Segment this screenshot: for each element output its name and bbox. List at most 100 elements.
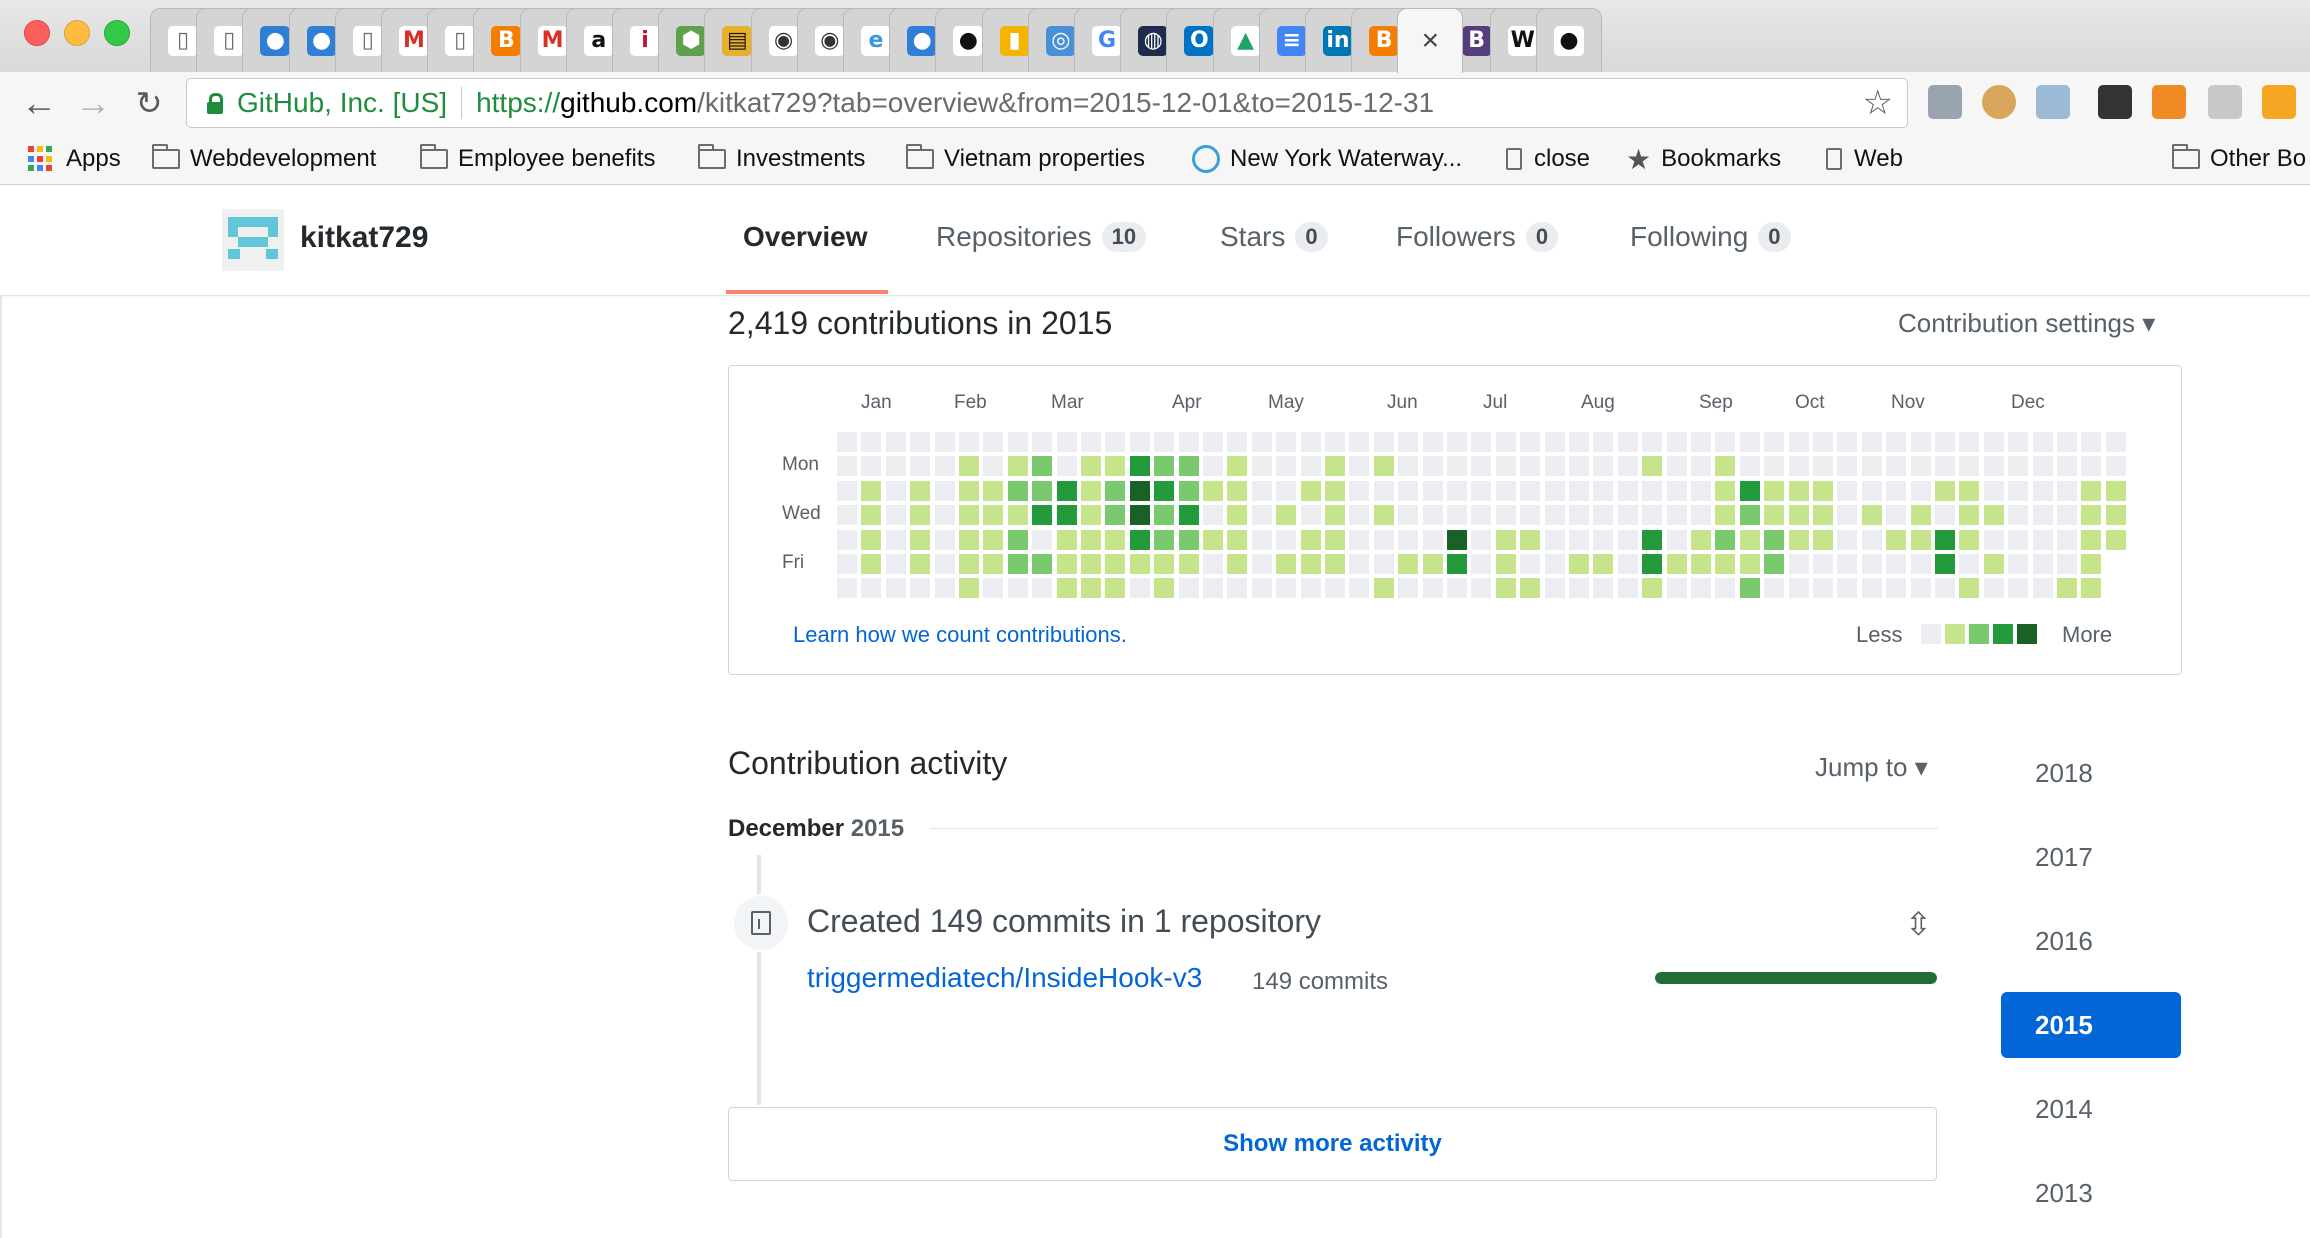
contribution-day[interactable]	[1325, 578, 1345, 599]
contribution-day[interactable]	[1886, 554, 1907, 574]
contribution-day[interactable]	[1032, 505, 1053, 526]
contribution-day[interactable]	[1569, 456, 1589, 477]
contribution-day[interactable]	[2008, 505, 2029, 526]
contribution-day[interactable]	[1788, 554, 1809, 574]
contribution-day[interactable]	[1203, 529, 1223, 550]
contribution-day[interactable]	[861, 480, 882, 501]
bookmark-webdevelopment[interactable]: Webdevelopment	[152, 142, 376, 176]
contribution-day[interactable]	[1739, 456, 1760, 477]
contribution-day[interactable]	[2008, 529, 2029, 550]
contribution-day[interactable]	[1447, 456, 1467, 477]
contribution-day[interactable]	[1886, 529, 1907, 550]
contribution-day[interactable]	[1837, 480, 1858, 501]
contribution-day[interactable]	[1373, 529, 1394, 550]
contribution-day[interactable]	[1764, 578, 1785, 599]
contribution-day[interactable]	[959, 456, 979, 477]
contribution-day[interactable]	[1447, 554, 1467, 574]
contribution-day[interactable]	[1983, 505, 2004, 526]
contribution-day[interactable]	[1715, 480, 1736, 501]
contribution-day[interactable]	[1129, 529, 1150, 550]
contribution-day[interactable]	[1837, 505, 1858, 526]
cookie-extension-icon[interactable]	[1982, 85, 2016, 119]
contribution-day[interactable]	[1495, 456, 1516, 477]
contribution-day[interactable]	[1642, 432, 1663, 452]
contribution-day[interactable]	[837, 505, 857, 526]
contribution-day[interactable]	[910, 480, 931, 501]
contribution-day[interactable]	[1983, 578, 2004, 599]
contribution-day[interactable]	[1447, 529, 1467, 550]
contribution-day[interactable]	[983, 505, 1004, 526]
contribution-day[interactable]	[861, 432, 882, 452]
contribution-day[interactable]	[2032, 432, 2053, 452]
contribution-day[interactable]	[1471, 480, 1492, 501]
contribution-day[interactable]	[1983, 432, 2004, 452]
contribution-day[interactable]	[1251, 554, 1272, 574]
contribution-day[interactable]	[837, 578, 857, 599]
contribution-day[interactable]	[1251, 578, 1272, 599]
contribution-day[interactable]	[934, 578, 955, 599]
contribution-day[interactable]	[1617, 554, 1638, 574]
contribution-day[interactable]	[1227, 432, 1248, 452]
contribution-day[interactable]	[1227, 505, 1248, 526]
contribution-day[interactable]	[1154, 529, 1175, 550]
contribution-day[interactable]	[1373, 432, 1394, 452]
contribution-day[interactable]	[1593, 578, 1614, 599]
contribution-day[interactable]	[1837, 529, 1858, 550]
contribution-day[interactable]	[1788, 578, 1809, 599]
contribution-day[interactable]	[1251, 529, 1272, 550]
contribution-day[interactable]	[1154, 456, 1175, 477]
contribution-day[interactable]	[2081, 578, 2102, 599]
contribution-day[interactable]	[1056, 529, 1077, 550]
contribution-day[interactable]	[1471, 432, 1492, 452]
contribution-day[interactable]	[1520, 578, 1541, 599]
chart-extension-icon[interactable]	[2152, 85, 2186, 119]
contribution-day[interactable]	[1056, 578, 1077, 599]
contribution-day[interactable]	[1105, 578, 1126, 599]
contribution-day[interactable]	[1178, 456, 1199, 477]
contribution-day[interactable]	[1764, 505, 1785, 526]
contribution-day[interactable]	[1129, 456, 1150, 477]
contribution-day[interactable]	[1959, 505, 1980, 526]
repo-commit-count[interactable]: 149 commits	[1252, 968, 1388, 996]
contribution-day[interactable]	[1081, 529, 1101, 550]
contribution-day[interactable]	[983, 480, 1004, 501]
contribution-day[interactable]	[1739, 529, 1760, 550]
contribution-day[interactable]	[934, 554, 955, 574]
contribution-day[interactable]	[1129, 578, 1150, 599]
contribution-day[interactable]	[1983, 456, 2004, 477]
contribution-day[interactable]	[1422, 578, 1443, 599]
contribution-day[interactable]	[2008, 432, 2029, 452]
contribution-day[interactable]	[1910, 480, 1931, 501]
year-link-2015[interactable]: 2015	[2001, 992, 2181, 1058]
contribution-day[interactable]	[1471, 505, 1492, 526]
contribution-day[interactable]	[1349, 456, 1370, 477]
contribution-day[interactable]	[1593, 554, 1614, 574]
contribution-day[interactable]	[1617, 456, 1638, 477]
contribution-day[interactable]	[1325, 480, 1345, 501]
contribution-day[interactable]	[1056, 505, 1077, 526]
contribution-day[interactable]	[1861, 505, 1882, 526]
contribution-day[interactable]	[1764, 554, 1785, 574]
contribution-day[interactable]	[1203, 456, 1223, 477]
contribution-day[interactable]	[1715, 456, 1736, 477]
contribution-day[interactable]	[1251, 456, 1272, 477]
contribution-day[interactable]	[1520, 456, 1541, 477]
contribution-day[interactable]	[1813, 432, 1833, 452]
contribution-day[interactable]	[1105, 529, 1126, 550]
forward-arrow-icon[interactable]: →	[72, 82, 114, 124]
contribution-day[interactable]	[2081, 529, 2102, 550]
contribution-day[interactable]	[1325, 432, 1345, 452]
contribution-day[interactable]	[983, 432, 1004, 452]
contribution-day[interactable]	[1495, 432, 1516, 452]
contribution-day[interactable]	[1398, 578, 1419, 599]
contribution-day[interactable]	[1081, 578, 1101, 599]
contribution-day[interactable]	[1495, 480, 1516, 501]
contribution-day[interactable]	[1861, 456, 1882, 477]
contribution-day[interactable]	[1788, 456, 1809, 477]
contribution-day[interactable]	[1935, 505, 1955, 526]
contribution-day[interactable]	[1373, 554, 1394, 574]
jump-to-dropdown[interactable]: Jump to ▾	[1815, 752, 1928, 783]
contribution-day[interactable]	[1032, 432, 1053, 452]
browser-tab[interactable]: ×	[1397, 8, 1464, 73]
contribution-day[interactable]	[1788, 480, 1809, 501]
